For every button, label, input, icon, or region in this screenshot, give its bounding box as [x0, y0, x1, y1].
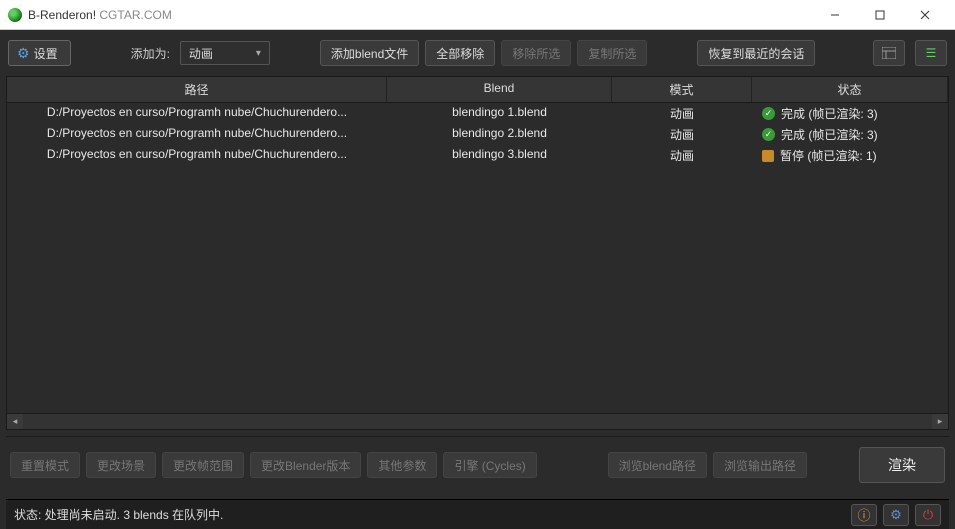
restore-session-button[interactable]: 恢复到最近的会话: [697, 40, 815, 66]
statusbar: 状态: 处理尚未启动. 3 blends 在队列中. ⓘ ⚙ ⏻: [6, 499, 949, 529]
gear-small-icon: ⚙: [890, 507, 902, 523]
status-done-icon: ✓: [762, 128, 775, 141]
render-button[interactable]: 渲染: [859, 447, 945, 483]
title-main: B-Renderon!: [28, 8, 96, 22]
cell-blend: blendingo 2.blend: [387, 125, 612, 144]
table-row[interactable]: D:/Proyectos en curso/Programh nube/Chuc…: [7, 124, 948, 145]
change-blender-button[interactable]: 更改Blender版本: [250, 452, 361, 478]
scroll-left-arrow[interactable]: ◂: [7, 414, 23, 430]
remove-selected-button[interactable]: 移除所选: [501, 40, 571, 66]
settings-label: 设置: [34, 45, 58, 62]
header-path[interactable]: 路径: [7, 77, 387, 102]
minimize-button[interactable]: [812, 0, 857, 30]
copy-selected-button[interactable]: 复制所选: [577, 40, 647, 66]
status-text-cell: 暂停 (帧已渲染: 1): [780, 147, 877, 164]
add-as-select[interactable]: 动画: [180, 41, 270, 65]
bottombar: 重置模式 更改场景 更改帧范围 更改Blender版本 其他参数 引擎 (Cyc…: [6, 436, 949, 493]
settings-small-button[interactable]: ⚙: [883, 504, 909, 526]
header-mode[interactable]: 模式: [612, 77, 752, 102]
header-blend[interactable]: Blend: [387, 77, 612, 102]
title-sub: CGTAR.COM: [99, 8, 171, 22]
maximize-button[interactable]: [857, 0, 902, 30]
browse-blend-button[interactable]: 浏览blend路径: [608, 452, 707, 478]
info-icon: ⓘ: [857, 505, 870, 524]
gear-icon: ⚙: [17, 45, 30, 62]
cell-mode: 动画: [612, 146, 752, 165]
horizontal-scrollbar[interactable]: ◂ ▸: [7, 413, 948, 429]
topbar: ⚙ 设置 添加为: 动画 添加blend文件 全部移除 移除所选 复制所选 恢复…: [6, 36, 949, 70]
cell-mode: 动画: [612, 125, 752, 144]
status-done-icon: ✓: [762, 107, 775, 120]
add-blend-button[interactable]: 添加blend文件: [320, 40, 419, 66]
reset-mode-button[interactable]: 重置模式: [10, 452, 80, 478]
titlebar: B-Renderon! CGTAR.COM: [0, 0, 955, 30]
status-pause-icon: [762, 150, 774, 162]
view-card-button[interactable]: [873, 40, 905, 66]
view-list-button[interactable]: ☰: [915, 40, 947, 66]
other-params-button[interactable]: 其他参数: [367, 452, 437, 478]
status-text-cell: 完成 (帧已渲染: 3): [781, 105, 878, 122]
add-as-label: 添加为:: [131, 45, 170, 62]
scroll-right-arrow[interactable]: ▸: [932, 414, 948, 430]
close-button[interactable]: [902, 0, 947, 30]
table-head: 路径 Blend 模式 状态: [7, 77, 948, 103]
settings-button[interactable]: ⚙ 设置: [8, 40, 71, 66]
engine-button[interactable]: 引擎 (Cycles): [443, 452, 536, 478]
change-scene-button[interactable]: 更改场景: [86, 452, 156, 478]
header-status[interactable]: 状态: [752, 77, 948, 102]
cell-mode: 动画: [612, 104, 752, 123]
power-button[interactable]: ⏻: [915, 504, 941, 526]
table-row[interactable]: D:/Proyectos en curso/Programh nube/Chuc…: [7, 145, 948, 166]
remove-all-button[interactable]: 全部移除: [425, 40, 495, 66]
browse-output-button[interactable]: 浏览输出路径: [713, 452, 807, 478]
change-range-button[interactable]: 更改帧范围: [162, 452, 244, 478]
window-controls: [812, 0, 947, 30]
cell-blend: blendingo 3.blend: [387, 146, 612, 165]
app-icon: [8, 8, 22, 22]
cell-blend: blendingo 1.blend: [387, 104, 612, 123]
cell-status: 暂停 (帧已渲染: 1): [752, 146, 948, 165]
scroll-track[interactable]: [23, 415, 932, 429]
info-button[interactable]: ⓘ: [851, 504, 877, 526]
cell-status: ✓ 完成 (帧已渲染: 3): [752, 125, 948, 144]
cell-path: D:/Proyectos en curso/Programh nube/Chuc…: [7, 104, 387, 123]
list-icon: ☰: [926, 46, 937, 60]
power-icon: ⏻: [923, 507, 933, 523]
queue-table: 路径 Blend 模式 状态 D:/Proyectos en curso/Pro…: [6, 76, 949, 430]
card-icon: [882, 47, 896, 59]
status-text: 状态: 处理尚未启动. 3 blends 在队列中.: [14, 506, 851, 523]
status-text-cell: 完成 (帧已渲染: 3): [781, 126, 878, 143]
window-title: B-Renderon! CGTAR.COM: [28, 8, 812, 22]
app-body: ⚙ 设置 添加为: 动画 添加blend文件 全部移除 移除所选 复制所选 恢复…: [0, 30, 955, 529]
table-body: D:/Proyectos en curso/Programh nube/Chuc…: [7, 103, 948, 413]
cell-path: D:/Proyectos en curso/Programh nube/Chuc…: [7, 125, 387, 144]
cell-path: D:/Proyectos en curso/Programh nube/Chuc…: [7, 146, 387, 165]
table-row[interactable]: D:/Proyectos en curso/Programh nube/Chuc…: [7, 103, 948, 124]
cell-status: ✓ 完成 (帧已渲染: 3): [752, 104, 948, 123]
